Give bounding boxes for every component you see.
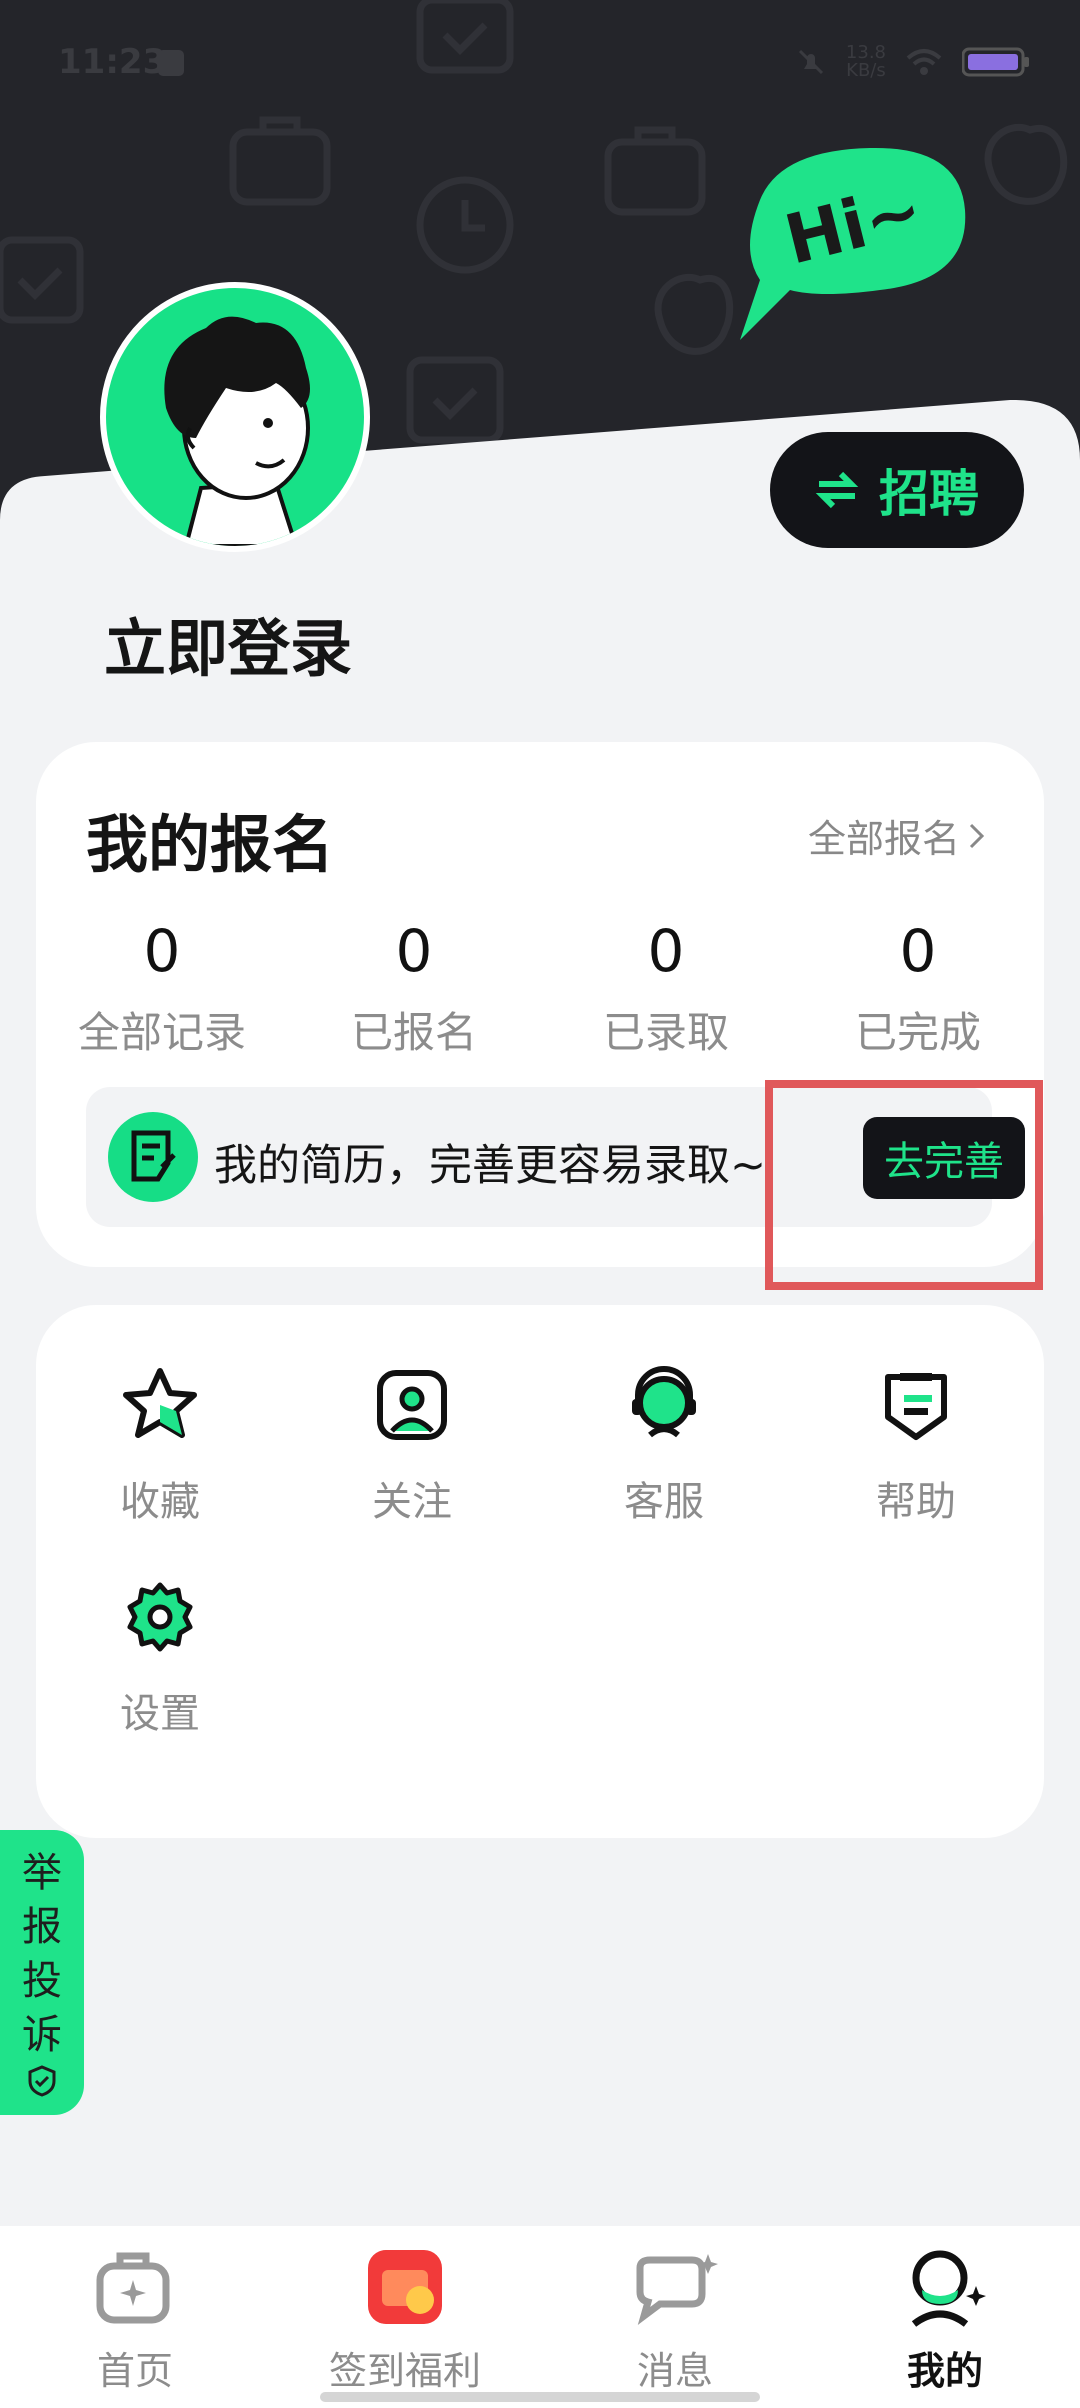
stat-label: 已完成 [854, 1008, 981, 1057]
tool-favorites[interactable]: 收藏 [60, 1365, 260, 1527]
tool-label: 帮助 [876, 1479, 956, 1525]
wifi-icon [906, 49, 942, 75]
hi-bubble-icon: Hi~ [740, 147, 966, 340]
resume-icon [108, 1112, 198, 1202]
tool-label: 收藏 [120, 1479, 200, 1525]
notification-icon [158, 50, 184, 76]
net-speed: 13.8 KB/s [846, 44, 886, 80]
stat-completed[interactable]: 0 已完成 [792, 917, 1044, 1060]
tool-help[interactable]: 帮助 [816, 1365, 1016, 1527]
report-char: 报 [22, 1904, 62, 1950]
tab-mine[interactable]: 我的 [835, 2242, 1055, 2395]
calendar-pattern-icon [406, 356, 504, 444]
briefcase-pattern-icon [604, 126, 706, 216]
blob-pattern-icon [984, 123, 1068, 205]
gift-icon [368, 2250, 442, 2324]
tool-label: 客服 [624, 1479, 704, 1525]
briefcase-pattern-icon [229, 116, 331, 206]
recruit-button[interactable]: 招聘 [770, 432, 1024, 548]
net-speed-unit: KB/s [846, 60, 886, 81]
clock-pattern-icon [416, 176, 514, 274]
all-registrations-link[interactable]: 全部报名 [808, 808, 986, 863]
login-link[interactable]: 立即登录 [104, 598, 352, 688]
follow-icon [377, 1370, 447, 1440]
message-icon [636, 2254, 718, 2326]
status-bar: 11:23 13.8 KB/s [0, 0, 1080, 125]
tab-label: 消息 [636, 2349, 713, 2393]
stat-value: 0 [395, 917, 433, 985]
stat-value: 0 [899, 917, 937, 985]
recruit-label: 招聘 [879, 465, 979, 523]
tool-label: 设置 [120, 1691, 200, 1737]
stat-registered[interactable]: 0 已报名 [288, 917, 540, 1060]
tab-label: 我的 [906, 2349, 983, 2393]
stat-value: 0 [143, 917, 181, 985]
chevron-right-icon [969, 823, 985, 848]
highlight-box [765, 1080, 1043, 1290]
home-indicator[interactable] [320, 2392, 760, 2402]
tab-label: 签到福利 [328, 2349, 481, 2393]
stat-all-records[interactable]: 0 全部记录 [36, 917, 288, 1060]
resume-text: 我的简历，完善更容易录取~ [214, 1141, 767, 1191]
tab-checkin-rewards[interactable]: 签到福利 [295, 2242, 515, 2395]
stat-label: 全部记录 [77, 1008, 246, 1057]
report-char: 举 [22, 1850, 62, 1896]
registration-stats: 0 全部记录 0 已报名 0 已录取 0 已完成 [36, 917, 1044, 1060]
tab-label: 首页 [96, 2349, 173, 2393]
stat-label: 已录取 [602, 1008, 729, 1057]
tab-messages[interactable]: 消息 [565, 2242, 785, 2395]
all-registrations-label: 全部报名 [807, 817, 960, 861]
mute-icon [798, 49, 823, 75]
avatar-cartoon-icon [164, 316, 310, 546]
profile-icon [911, 2250, 986, 2327]
bottom-tab-bar: 首页 签到福利 消息 我的 [0, 2226, 1080, 2408]
report-char: 投 [22, 1958, 62, 2004]
switch-icon [815, 471, 859, 509]
tab-home[interactable]: 首页 [25, 2242, 245, 2395]
battery-icon [962, 47, 1029, 77]
status-time: 11:23 [58, 42, 167, 82]
tool-customer-service[interactable]: 客服 [564, 1365, 764, 1527]
stat-label: 已报名 [350, 1008, 477, 1057]
stat-admitted[interactable]: 0 已录取 [540, 917, 792, 1060]
customer-service-icon [632, 1366, 696, 1438]
calendar-pattern-icon [0, 236, 84, 324]
star-icon [123, 1368, 197, 1438]
report-char: 诉 [22, 2012, 62, 2058]
tool-follow[interactable]: 关注 [312, 1365, 512, 1527]
report-complaint-tab[interactable]: 举 报 投 诉 [0, 1830, 84, 2115]
home-icon [96, 2252, 170, 2324]
help-icon [885, 1373, 947, 1440]
settings-icon [127, 1582, 193, 1652]
registration-title: 我的报名 [86, 808, 335, 881]
status-icons: 13.8 KB/s [796, 44, 1030, 80]
avatar[interactable] [100, 282, 370, 552]
tool-label: 关注 [372, 1479, 452, 1525]
shield-icon [28, 2065, 56, 2097]
stat-value: 0 [647, 917, 685, 985]
tools-card: 收藏 关注 客服 帮助 设置 [36, 1305, 1044, 1838]
tool-settings[interactable]: 设置 [60, 1577, 260, 1739]
